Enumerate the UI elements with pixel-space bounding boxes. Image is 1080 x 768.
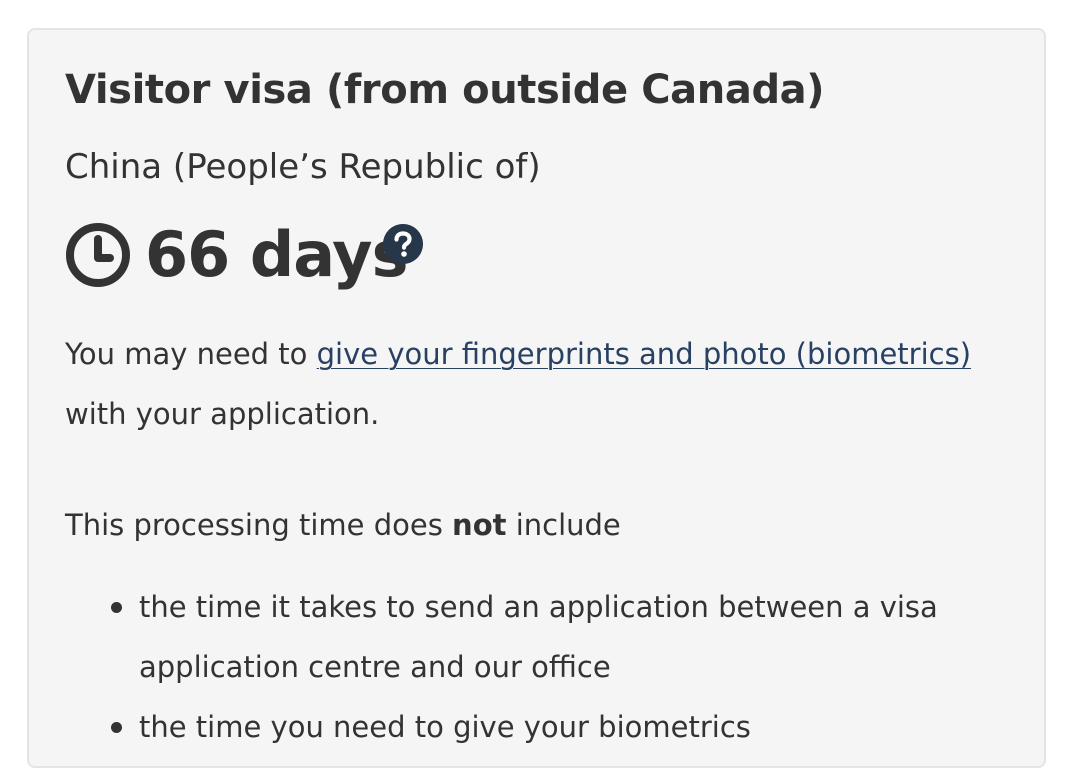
processing-time-value: 66 days	[145, 218, 408, 291]
biometrics-note-text-before: You may need to	[65, 337, 317, 371]
exclusions-intro: This processing time does not include	[65, 495, 621, 555]
exclusions-intro-text-after: include	[506, 508, 621, 542]
processing-time-card: Visitor visa (from outside Canada) China…	[27, 28, 1046, 768]
bullet-icon	[111, 602, 122, 613]
exclusions-list: the time it takes to send an application…	[65, 577, 965, 757]
bullet-icon	[111, 722, 122, 733]
biometrics-link[interactable]: give your fingerprints and photo (biomet…	[317, 337, 971, 371]
exclusions-intro-text-before: This processing time does	[65, 508, 453, 542]
card-title: Visitor visa (from outside Canada)	[65, 67, 825, 113]
country-name: China (People’s Republic of)	[65, 147, 541, 187]
clock-icon	[66, 223, 130, 287]
question-circle-icon[interactable]	[383, 224, 423, 264]
list-item: the time it takes to send an application…	[65, 577, 965, 697]
exclusions-intro-emphasis: not	[452, 508, 507, 542]
list-item: the time you need to give your biometric…	[65, 697, 965, 757]
biometrics-note-text-after: with your application.	[65, 397, 380, 431]
biometrics-note: You may need to give your fingerprints a…	[65, 324, 1025, 444]
list-item-text: the time it takes to send an application…	[139, 590, 938, 684]
list-item-text: the time you need to give your biometric…	[139, 710, 751, 744]
